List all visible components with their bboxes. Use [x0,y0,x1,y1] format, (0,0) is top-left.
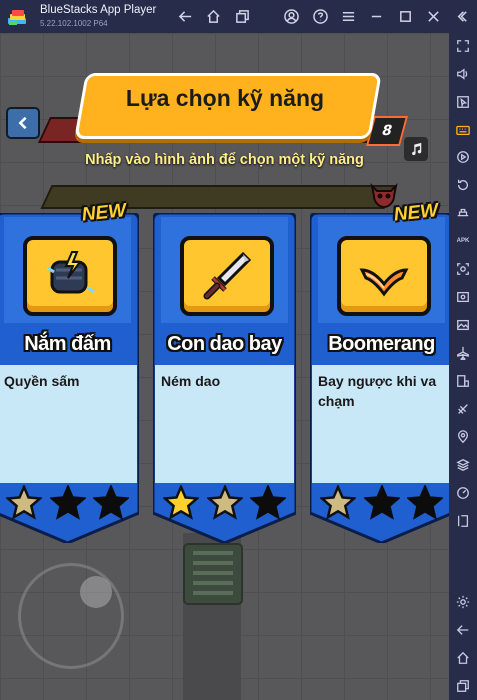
location-icon[interactable] [454,428,472,446]
minimize-icon[interactable] [367,7,385,25]
eco-mode-icon[interactable] [454,400,472,418]
page-title: Lựa chọn kỹ năng [125,85,325,111]
star-filled-icon [206,485,243,520]
skill-star-rating [6,485,129,521]
home-icon[interactable] [204,7,222,25]
star-gold-icon [163,485,199,520]
barrel-object [183,543,243,605]
macro-icon[interactable] [454,204,472,222]
replay-icon[interactable] [454,176,472,194]
multi-instance-icon[interactable] [233,7,251,25]
app-version: 5.22.102.1002 P64 [40,19,108,28]
layers-icon[interactable] [454,456,472,474]
skill-card-nam-dam[interactable]: Nắm đấm Quyền sấm [0,213,139,543]
android-home-icon[interactable] [454,649,472,667]
star-filled-icon [6,485,42,520]
account-icon[interactable] [282,7,300,25]
airplane-mode-icon[interactable] [454,344,472,362]
settings-icon[interactable] [454,593,472,611]
skill-star-rating [320,485,443,521]
help-icon[interactable] [311,7,329,25]
star-empty-icon [49,485,86,520]
skill-card-boomerang[interactable]: Boomerang Bay ngược khi va chạm [310,213,449,543]
instruction-text: Nhấp vào hình ảnh để chọn một kỹ năng [85,152,364,168]
media-folder-icon[interactable] [454,316,472,334]
skill-description-box: Bay ngược khi va chạm [312,365,449,483]
menu-icon[interactable] [339,7,357,25]
knife-icon [180,236,274,316]
skill-description-box: Ném dao [155,365,294,483]
recent-apps-icon[interactable] [454,677,472,695]
star-empty-icon [407,485,443,520]
skill-card-con-dao-bay[interactable]: Con dao bay Ném dao [153,213,296,543]
volume-icon[interactable] [454,65,472,83]
pointer-icon[interactable] [454,93,472,111]
performance-icon[interactable] [454,484,472,502]
chevron-left-icon [18,116,27,130]
skill-description-box: Quyền sấm [0,365,137,483]
skill-description: Quyền sấm [4,373,80,389]
joystick-ring[interactable] [18,563,124,669]
right-toolbar: APK [449,33,477,700]
fist-icon [23,236,117,316]
screen-record-icon[interactable] [454,288,472,306]
back-arrow-icon[interactable] [176,7,194,25]
boomerang-icon [337,236,431,316]
close-icon[interactable] [424,7,442,25]
android-back-icon[interactable] [454,621,472,639]
maximize-icon[interactable] [396,7,414,25]
star-filled-icon [320,485,356,520]
sidebar-toggle-icon[interactable] [454,512,472,530]
screenshot-icon[interactable] [454,260,472,278]
fullscreen-icon[interactable] [454,37,472,55]
game-back-button[interactable] [6,107,40,139]
skill-name: Boomerang [328,333,435,355]
skill-name: Nắm đấm [24,333,111,355]
install-apk-icon[interactable]: APK [454,232,472,250]
collapse-sidebar-icon[interactable] [452,7,470,25]
game-viewport[interactable]: 8 Lựa chọn kỹ năng Nhấp vào hình ảnh để … [0,33,449,700]
star-empty-icon [250,485,286,520]
keyboard-controls-icon[interactable] [454,121,472,139]
skill-star-rating [163,485,286,521]
window-title-bar: BlueStacks App Player 5.22.102.1002 P64 [0,0,477,33]
record-icon[interactable] [454,148,472,166]
star-empty-icon [363,485,400,520]
skill-description: Bay ngược khi va chạm [318,373,437,409]
multi-window-icon[interactable] [454,372,472,390]
star-empty-icon [93,485,129,520]
skill-name: Con dao bay [167,333,282,355]
joystick-knob[interactable] [80,576,112,608]
bluestacks-logo-icon [8,10,26,25]
skill-description: Ném dao [161,373,221,389]
app-title: BlueStacks App Player [40,4,157,16]
